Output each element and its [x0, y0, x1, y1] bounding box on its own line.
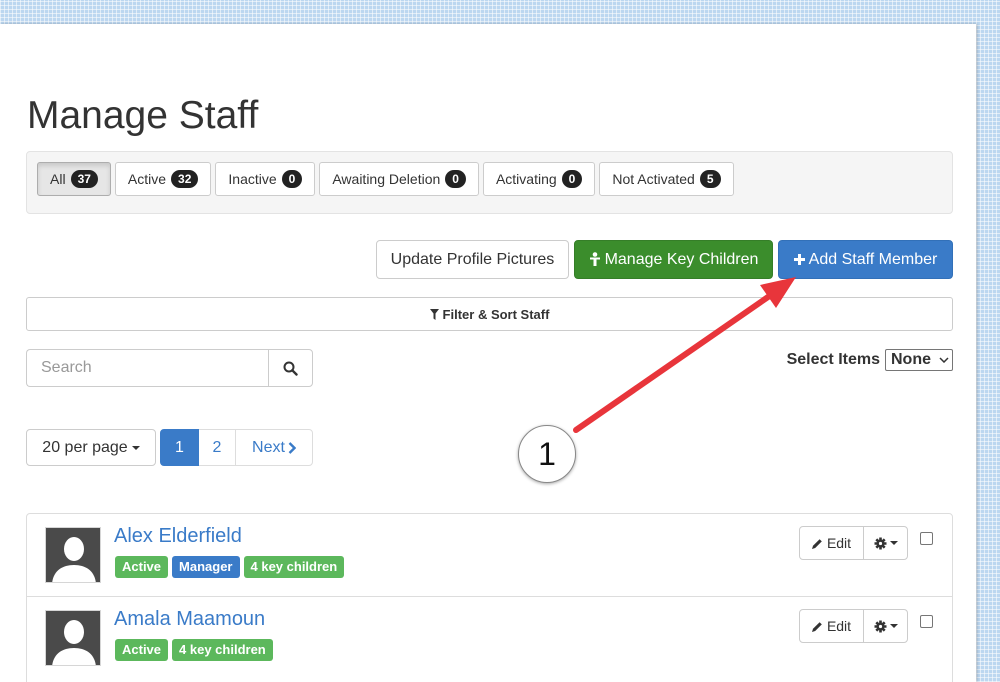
actions-menu-button[interactable] — [863, 609, 908, 643]
gear-icon — [874, 620, 886, 632]
page-2-button[interactable]: 2 — [198, 429, 236, 466]
person-silhouette-icon — [46, 611, 100, 665]
caret-down-icon — [889, 624, 898, 628]
avatar — [45, 610, 101, 666]
pagination: 1 2 Next — [160, 429, 313, 466]
tab-activating-label: Activating — [495, 171, 557, 187]
tab-awaiting-deletion[interactable]: Awaiting Deletion 0 — [319, 162, 479, 196]
chevron-right-icon — [288, 441, 296, 454]
update-profile-pictures-label: Update Profile Pictures — [390, 250, 555, 268]
tab-active-count: 32 — [171, 170, 199, 188]
select-items-label: Select Items — [786, 351, 880, 368]
plus-icon — [793, 254, 805, 265]
page-1-button[interactable]: 1 — [160, 429, 199, 466]
select-items-dropdown[interactable]: None — [885, 349, 953, 371]
avatar — [45, 527, 101, 583]
tab-activating[interactable]: Activating 0 — [482, 162, 596, 196]
per-page-dropdown[interactable]: 20 per page — [26, 429, 156, 466]
page-title: Manage Staff — [27, 94, 259, 137]
row-select-checkbox[interactable] — [920, 615, 933, 628]
tab-not-activated[interactable]: Not Activated 5 — [599, 162, 734, 196]
per-page-label: 20 per page — [42, 438, 128, 456]
add-staff-member-button[interactable]: Add Staff Member — [778, 240, 953, 279]
search-button[interactable] — [268, 349, 313, 387]
edit-label: Edit — [826, 535, 852, 551]
tab-active[interactable]: Active 32 — [114, 162, 212, 196]
update-profile-pictures-button[interactable]: Update Profile Pictures — [376, 240, 569, 279]
staff-row: Amala Maamoun Active 4 key children Edit — [27, 596, 952, 678]
role-badge: Manager — [172, 556, 240, 578]
row-select-checkbox[interactable] — [920, 532, 933, 545]
manage-key-children-button[interactable]: Manage Key Children — [574, 240, 773, 279]
staff-name-link[interactable]: Alex Elderfield — [114, 525, 242, 548]
status-badge: Active — [115, 556, 169, 578]
tab-inactive-label: Inactive — [228, 171, 277, 187]
next-page-label: Next — [252, 438, 285, 456]
select-items-value: None — [891, 351, 931, 368]
staff-name-link[interactable]: Amala Maamoun — [114, 608, 265, 631]
status-tabs: All 37 Active 32 Inactive 0 Awaiting Del… — [37, 162, 734, 196]
caret-down-icon — [131, 445, 140, 450]
status-badge: Active — [115, 639, 169, 661]
next-page-button[interactable]: Next — [235, 429, 313, 466]
tab-activating-count: 0 — [561, 170, 583, 188]
filter-sort-bar[interactable]: Filter & Sort Staff — [26, 297, 953, 331]
tab-awaiting-deletion-label: Awaiting Deletion — [332, 171, 441, 187]
staff-labels: Active 4 key children — [115, 639, 273, 661]
gear-icon — [874, 537, 886, 549]
tab-inactive-count: 0 — [281, 170, 303, 188]
chevron-down-icon — [939, 357, 949, 363]
caret-down-icon — [889, 541, 898, 545]
pencil-icon — [811, 621, 822, 632]
tab-active-label: Active — [127, 171, 167, 187]
main-page: Manage Staff All 37 Active 32 Inactive 0… — [0, 24, 976, 682]
tab-not-activated-count: 5 — [699, 170, 721, 188]
key-child-icon — [589, 252, 600, 266]
key-children-badge: 4 key children — [243, 556, 345, 578]
add-staff-member-label: Add Staff Member — [808, 250, 938, 268]
edit-button[interactable]: Edit — [799, 526, 864, 560]
filter-sort-label: Filter & Sort Staff — [442, 306, 550, 322]
actions-menu-button[interactable] — [863, 526, 908, 560]
tab-awaiting-deletion-count: 0 — [445, 170, 466, 188]
person-silhouette-icon — [46, 528, 100, 582]
staff-list: Alex Elderfield Active Manager 4 key chi… — [26, 513, 953, 682]
tab-all[interactable]: All 37 — [37, 162, 111, 196]
tab-not-activated-label: Not Activated — [612, 171, 695, 187]
edit-label: Edit — [826, 618, 852, 634]
edit-button[interactable]: Edit — [799, 609, 864, 643]
key-children-badge: 4 key children — [172, 639, 273, 661]
annotation-step-badge: 1 — [518, 425, 576, 483]
staff-row: Alex Elderfield Active Manager 4 key chi… — [27, 514, 952, 596]
filter-icon — [429, 308, 439, 320]
search-input[interactable] — [26, 349, 269, 387]
tab-all-count: 37 — [70, 170, 98, 188]
manage-key-children-label: Manage Key Children — [604, 250, 759, 268]
pencil-icon — [811, 538, 822, 549]
status-tabs-well: All 37 Active 32 Inactive 0 Awaiting Del… — [26, 151, 953, 214]
staff-labels: Active Manager 4 key children — [115, 556, 345, 578]
search-icon — [283, 361, 298, 376]
select-items: Select Items None — [787, 349, 953, 371]
tab-all-label: All — [50, 171, 66, 187]
tab-inactive[interactable]: Inactive 0 — [215, 162, 316, 196]
